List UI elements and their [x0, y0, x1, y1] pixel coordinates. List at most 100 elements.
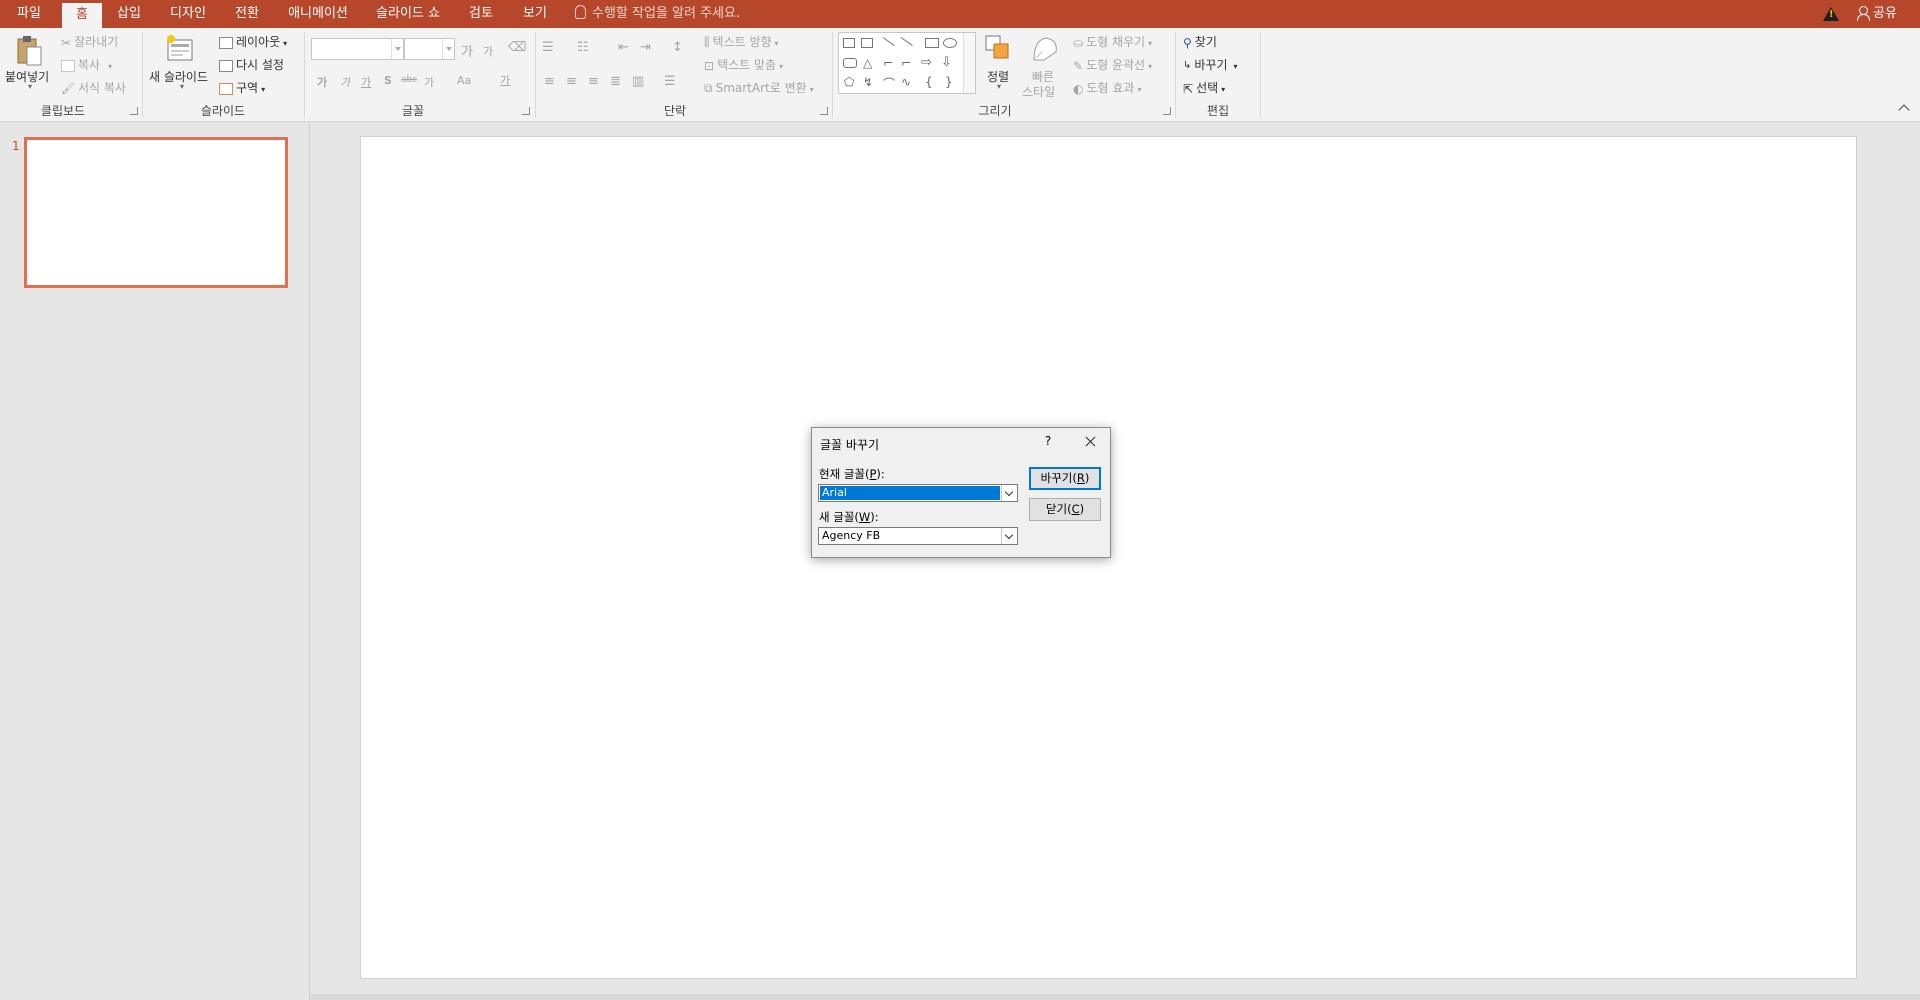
rectangle-shape-icon[interactable] [925, 38, 939, 48]
collapse-ribbon-icon[interactable] [1898, 104, 1910, 116]
copy-button[interactable]: 복사 ▾ [61, 56, 112, 73]
strikethrough-button[interactable]: abc [401, 75, 417, 85]
bold-button[interactable]: 가 [317, 74, 327, 90]
tell-me-search[interactable]: 수행할 작업을 알려 주세요. [575, 0, 740, 28]
new-slide-dropdown-icon[interactable]: ▾ [180, 82, 184, 91]
shadow-button[interactable]: S [384, 74, 392, 87]
tab-design[interactable]: 디자인 [160, 0, 216, 28]
dialog-title: 글꼴 바꾸기 [820, 438, 880, 452]
warning-icon[interactable] [1823, 7, 1839, 21]
lightning-shape-icon[interactable]: ↯ [863, 75, 873, 89]
chevron-down-icon[interactable] [442, 39, 454, 59]
underline-button[interactable]: 가 [361, 74, 371, 90]
shape-outline-button[interactable]: ✎ 도형 윤곽선 ▾ [1073, 56, 1152, 73]
line-spacing-icon[interactable]: ↕ [672, 40, 683, 55]
smartart-button[interactable]: ⧉ SmartArt로 변환 ▾ [704, 79, 814, 96]
replace-button[interactable]: ↳ 바꾸기 ▾ [1183, 56, 1238, 73]
rounded-rectangle-shape-icon[interactable] [843, 58, 857, 68]
tab-file[interactable]: 파일 [6, 0, 52, 28]
curve-shape-icon[interactable]: ∿ [901, 75, 911, 89]
left-brace-shape-icon[interactable]: { [925, 75, 933, 89]
tab-slideshow[interactable]: 슬라이드 쇼 [366, 0, 450, 28]
font-size-combo[interactable] [404, 38, 455, 60]
oval-shape-icon[interactable] [943, 38, 957, 48]
align-left-icon[interactable]: ≡ [544, 74, 555, 89]
clear-format-icon[interactable]: ⌫ [508, 40, 526, 55]
down-arrow-shape-icon[interactable]: ⇩ [941, 55, 952, 70]
smartart-icon: ⧉ [704, 81, 713, 95]
share-button[interactable]: 공유 [1857, 0, 1897, 28]
slide-thumbnail[interactable] [24, 137, 288, 288]
format-painter-button[interactable]: 🖌 서식 복사 [61, 79, 126, 96]
grow-font-button[interactable]: 가 [461, 41, 473, 60]
tab-view[interactable]: 보기 [512, 0, 558, 28]
justify-icon[interactable]: ≣ [610, 74, 621, 89]
bullet-columns-icon[interactable]: ☰ [664, 74, 676, 89]
new-slide-icon[interactable] [165, 34, 195, 67]
align-center-icon[interactable]: ≡ [566, 74, 577, 89]
align-text-button[interactable]: ⊡ 텍스트 맞춤 ▾ [704, 56, 783, 73]
reset-button[interactable]: 다시 설정 [219, 56, 284, 73]
paste-dropdown-icon[interactable]: ▾ [28, 82, 32, 91]
paragraph-launcher-icon[interactable] [820, 107, 828, 115]
section-button[interactable]: 구역 ▾ [219, 79, 265, 96]
textbox-shape-icon[interactable] [843, 38, 855, 48]
numbering-icon[interactable]: ☷ [577, 40, 589, 55]
vertical-textbox-shape-icon[interactable] [861, 38, 873, 48]
shape-effects-button[interactable]: ◐ 도형 효과 ▾ [1073, 79, 1141, 96]
quick-styles-icon[interactable] [1030, 34, 1060, 67]
close-button[interactable]: 닫기(C) [1029, 498, 1101, 521]
font-launcher-icon[interactable] [522, 107, 530, 115]
arrange-icon[interactable] [984, 34, 1012, 65]
clipboard-launcher-icon[interactable] [130, 107, 138, 115]
flowchart-shape-icon[interactable]: ⬠ [844, 75, 854, 89]
quick-styles-line2[interactable]: 스타일 [1022, 83, 1055, 100]
line-shape-icon[interactable] [882, 37, 895, 46]
help-button[interactable]: ? [1038, 434, 1058, 452]
current-font-select[interactable]: Arial [818, 484, 1018, 502]
chevron-down-icon[interactable] [1001, 485, 1017, 501]
tab-animations[interactable]: 애니메이션 [280, 0, 356, 28]
shrink-font-button[interactable]: 가 [483, 43, 493, 59]
tab-review[interactable]: 검토 [458, 0, 504, 28]
decrease-indent-icon[interactable]: ⇤ [618, 40, 629, 55]
paste-icon[interactable] [16, 34, 42, 66]
layout-button[interactable]: 레이아웃 ▾ [219, 33, 287, 50]
find-button[interactable]: ⚲ 찾기 [1183, 33, 1217, 50]
new-slide-button[interactable]: 새 슬라이드 [149, 68, 208, 85]
font-color-button[interactable]: 가 [500, 72, 510, 88]
char-spacing-button[interactable]: 가 [424, 74, 434, 90]
chevron-down-icon[interactable] [391, 39, 403, 59]
change-case-button[interactable]: Aa [457, 74, 471, 87]
select-button[interactable]: ⇱ 선택 ▾ [1183, 79, 1225, 96]
right-brace-shape-icon[interactable]: } [945, 75, 953, 89]
arrange-dropdown-icon[interactable]: ▾ [997, 82, 1001, 91]
close-icon[interactable] [1080, 432, 1102, 452]
chevron-down-icon[interactable] [1001, 528, 1017, 544]
tab-transitions[interactable]: 전환 [222, 0, 272, 28]
tab-insert[interactable]: 삽입 [106, 0, 152, 28]
cut-button[interactable]: ✂ 잘라내기 [61, 33, 118, 50]
columns-icon[interactable]: ▥ [632, 74, 644, 89]
tab-home[interactable]: 홈 [62, 3, 102, 28]
font-name-combo[interactable] [311, 38, 404, 60]
italic-button[interactable]: 가 [340, 74, 350, 90]
align-right-icon[interactable]: ≡ [588, 74, 599, 89]
person-icon [1857, 6, 1870, 21]
new-font-select[interactable]: Agency FB [818, 527, 1018, 545]
arc-shape-icon[interactable]: ⌒ [883, 75, 895, 92]
shapes-gallery-scrollbar[interactable] [963, 33, 975, 93]
elbow-connector-shape-icon[interactable]: ⌐ [901, 56, 911, 70]
replace-button[interactable]: 바꾸기(R) [1029, 467, 1101, 490]
bullets-icon[interactable]: ☰ [542, 40, 554, 55]
right-arrow-shape-icon[interactable]: ⇨ [921, 55, 932, 70]
increase-indent-icon[interactable]: ⇥ [640, 40, 651, 55]
text-direction-button[interactable]: ⫼ 텍스트 방향 ▾ [704, 33, 779, 50]
shape-fill-button[interactable]: ⛀ 도형 채우기 ▾ [1073, 33, 1152, 50]
shapes-gallery[interactable]: △ ⌐ ⌐ ⇨ ⇩ ⬠ ↯ ⌒ ∿ { } [838, 32, 976, 94]
drawing-launcher-icon[interactable] [1163, 107, 1171, 115]
triangle-shape-icon[interactable]: △ [863, 56, 872, 70]
arrow-shape-icon[interactable] [900, 37, 913, 46]
current-font-value: Arial [819, 485, 1001, 501]
connector-shape-icon[interactable]: ⌐ [883, 56, 893, 70]
